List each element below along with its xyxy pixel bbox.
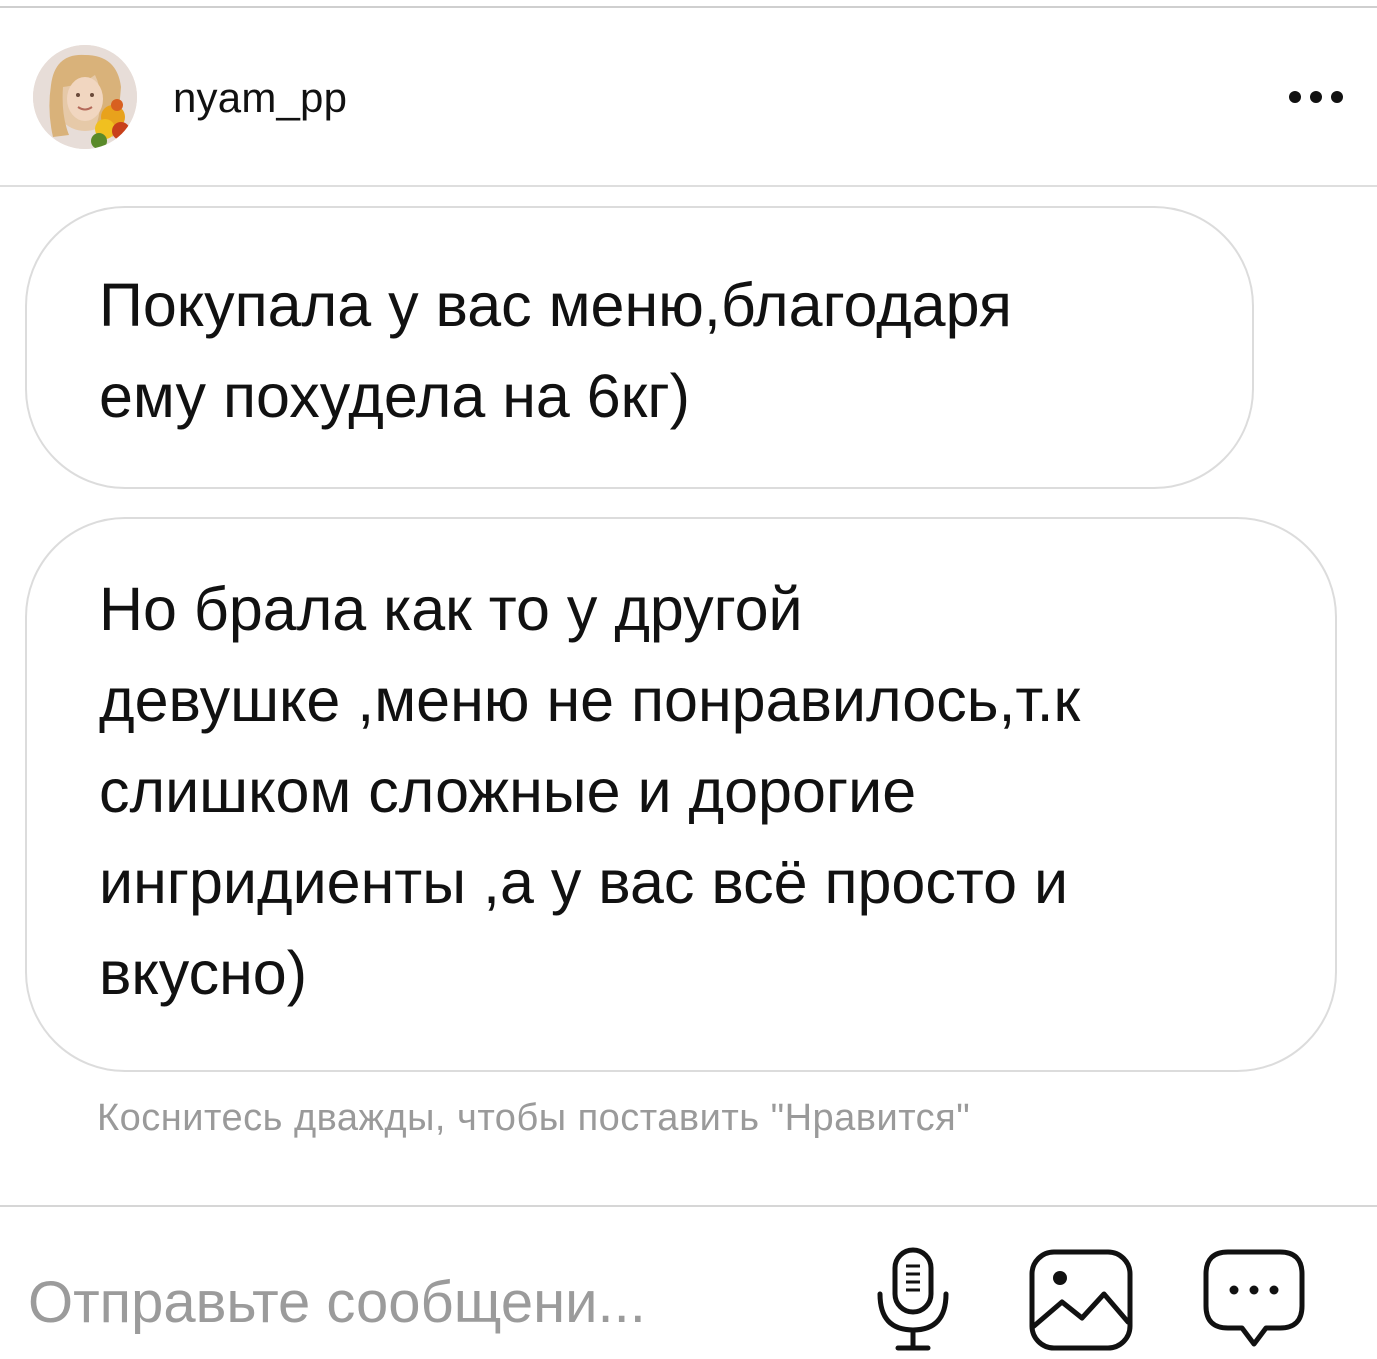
send-photo-button[interactable] (1024, 1244, 1138, 1354)
image-icon (1029, 1249, 1133, 1351)
sticker-button[interactable] (1198, 1244, 1310, 1354)
message-line: Но брала как то у другой (99, 575, 803, 643)
username[interactable]: nyam_pp (173, 72, 347, 124)
header-divider (0, 185, 1377, 187)
more-horizontal-icon (1289, 91, 1343, 103)
chat-header: nyam_pp (0, 8, 1377, 186)
message-line: вкусно) (99, 939, 308, 1007)
chat-bubble-icon (1203, 1249, 1305, 1347)
message-line: девушке ,меню не понравилось,т.к (99, 666, 1081, 734)
message-line: Покупала у вас меню,благодаря (99, 271, 1012, 339)
microphone-icon (877, 1247, 949, 1351)
message-text: Покупала у вас меню,благодаря ему похуде… (99, 260, 1012, 442)
composer-divider (0, 1205, 1377, 1207)
avatar[interactable] (33, 45, 137, 149)
message-line: слишком сложные и дорогие (99, 757, 917, 825)
message-input[interactable] (28, 1264, 828, 1340)
voice-message-button[interactable] (868, 1244, 958, 1354)
user-avatar-icon (33, 45, 137, 149)
message-bubble[interactable]: Покупала у вас меню,благодаря ему похуде… (25, 206, 1254, 489)
double-tap-hint: Коснитесь дважды, чтобы поставить "Нрави… (97, 1097, 971, 1139)
more-options-button[interactable] (1278, 72, 1354, 122)
message-line: ему похудела на 6кг) (99, 362, 690, 430)
message-text: Но брала как то у другой девушке ,меню н… (99, 564, 1080, 1019)
message-line: ингридиенты ,а у вас всё просто и (99, 848, 1069, 916)
message-bubble[interactable]: Но брала как то у другой девушке ,меню н… (25, 517, 1337, 1072)
